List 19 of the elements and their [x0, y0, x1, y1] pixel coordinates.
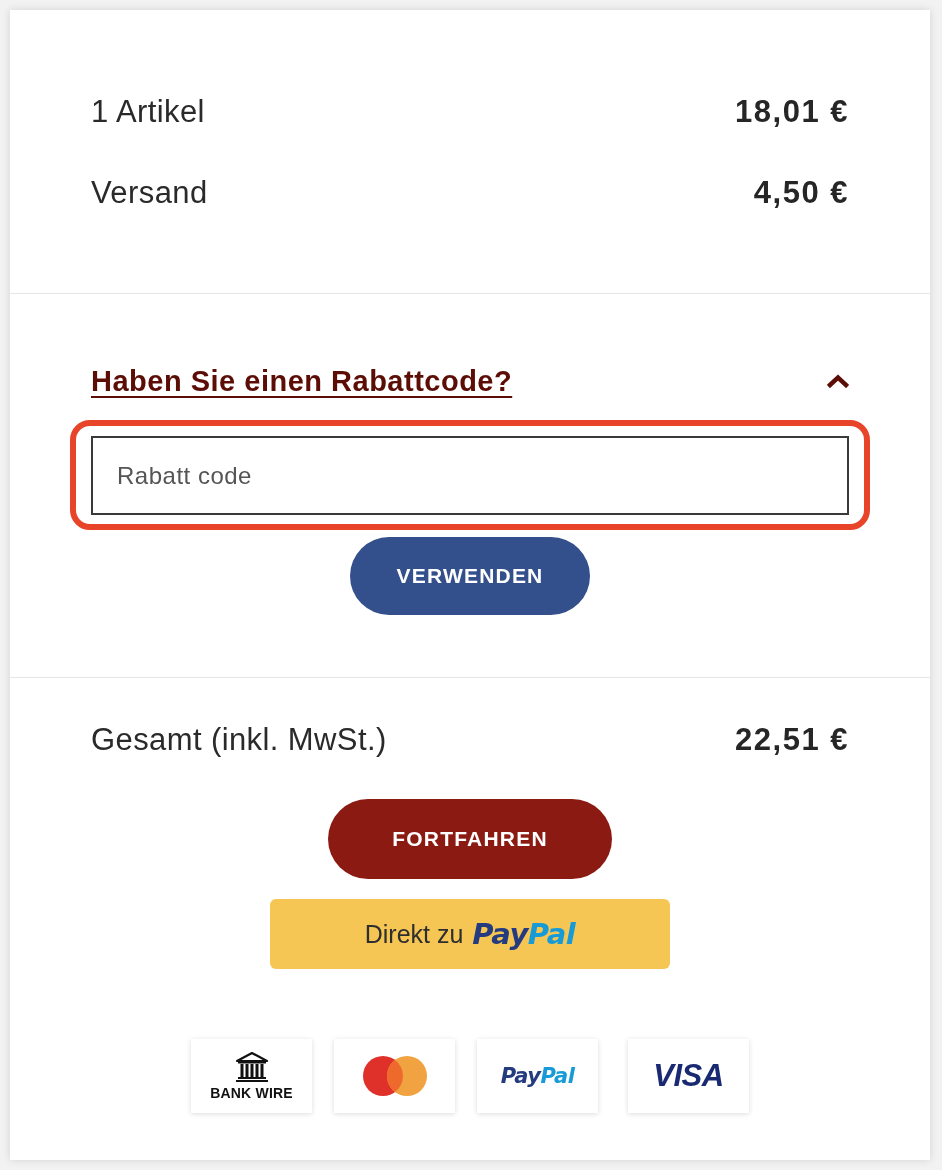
- summary-amount: 18,01 €: [735, 94, 849, 130]
- paypal-button-logo: PayPal: [472, 917, 576, 951]
- continue-button[interactable]: FORTFAHREN: [328, 799, 612, 879]
- discount-code-field[interactable]: Rabatt code: [91, 436, 849, 515]
- bank-building-icon: [234, 1051, 269, 1082]
- discount-code-toggle-link[interactable]: Haben Sie einen Rabattcode?: [91, 364, 513, 398]
- summary-label: 1 Artikel: [91, 94, 205, 130]
- paypal-button-label: Direkt zu: [364, 919, 464, 949]
- paypal-logo: PayPal: [500, 1064, 575, 1088]
- summary-label: Versand: [91, 175, 208, 211]
- two-circles-icon: [362, 1056, 427, 1096]
- visa-logo: VISA: [653, 1058, 724, 1094]
- apply-code-button[interactable]: VERWENDEN: [350, 537, 590, 615]
- total-amount: 22,51 €: [735, 722, 849, 758]
- paypal-checkout-button[interactable]: Direkt zu PayPal: [270, 899, 670, 969]
- bank-wire-label: BANK WIRE: [210, 1084, 293, 1101]
- total-label: Gesamt (inkl. MwSt.): [91, 722, 387, 758]
- summary-amount: 4,50 €: [753, 175, 849, 211]
- chevron-up-icon[interactable]: [827, 374, 849, 388]
